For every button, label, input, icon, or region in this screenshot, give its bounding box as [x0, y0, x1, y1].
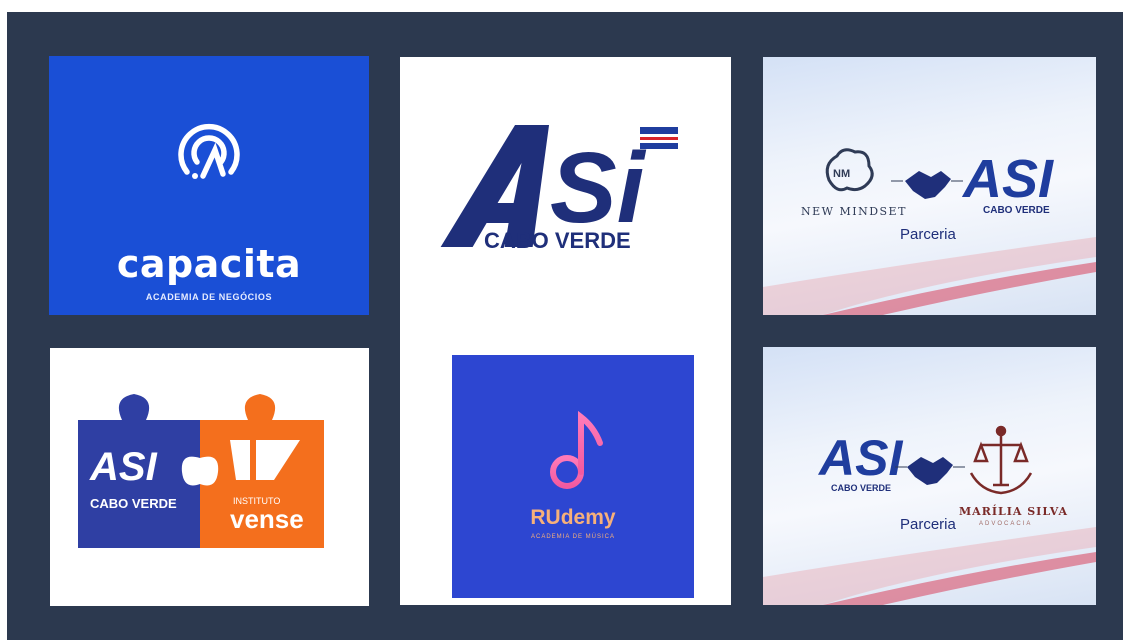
music-note-icon: [550, 410, 603, 489]
marilia-name: MARÍLIA SILVA: [959, 504, 1068, 518]
asi-subtitle: CABO VERDE: [484, 228, 631, 253]
marilia-asi-logo: ASI: [817, 430, 903, 486]
marilia-asi-sub: CABO VERDE: [831, 483, 891, 493]
puzzle-asi-logo: ASI: [89, 445, 158, 489]
newmindset-partnership-tile[interactable]: NM NEW MINDSET ASI CABO VERDE Parceria: [763, 57, 1096, 315]
marilia-subtitle: ADVOCACIA: [979, 521, 1032, 527]
marilia-caption: Parceria: [900, 516, 957, 533]
newmindset-asi-sub: CABO VERDE: [983, 205, 1050, 216]
svg-text:NM: NM: [833, 168, 850, 180]
vense-name: vense: [230, 504, 304, 534]
asi-vense-puzzle-tile[interactable]: ASI CABO VERDE INSTITUTO vense: [50, 348, 369, 606]
puzzle-graphic: ASI CABO VERDE INSTITUTO vense: [78, 394, 324, 548]
rudemy-graphic: RUdemy ACADEMIA DE MÚSICA: [530, 410, 616, 540]
newmindset-asi-logo: ASI: [961, 149, 1054, 209]
capacita-logo-tile[interactable]: capacita ACADEMIA DE NEGÓCIOS: [49, 56, 369, 315]
marilia-graphic: ASI CABO VERDE MARÍLIA SILVA ADVOCACIA P…: [763, 425, 1096, 605]
capacita-name: capacita: [116, 242, 302, 286]
scales-of-justice-icon: [969, 425, 1033, 495]
handshake-icon: [905, 171, 951, 199]
newmindset-graphic: NM NEW MINDSET ASI CABO VERDE Parceria: [763, 148, 1096, 315]
capacita-subtitle: ACADEMIA DE NEGÓCIOS: [145, 292, 273, 302]
marilia-partnership-tile[interactable]: ASI CABO VERDE MARÍLIA SILVA ADVOCACIA P…: [763, 347, 1096, 605]
rudemy-logo-tile[interactable]: RUdemy ACADEMIA DE MÚSICA: [452, 355, 694, 598]
rudemy-name: RUdemy: [530, 506, 616, 529]
rudemy-subtitle: ACADEMIA DE MÚSICA: [531, 533, 615, 540]
handshake-icon: [907, 457, 953, 485]
puzzle-asi-sub: CABO VERDE: [90, 496, 177, 511]
newmindset-caption: Parceria: [900, 226, 957, 243]
newmindset-name: NEW MINDSET: [801, 205, 907, 218]
